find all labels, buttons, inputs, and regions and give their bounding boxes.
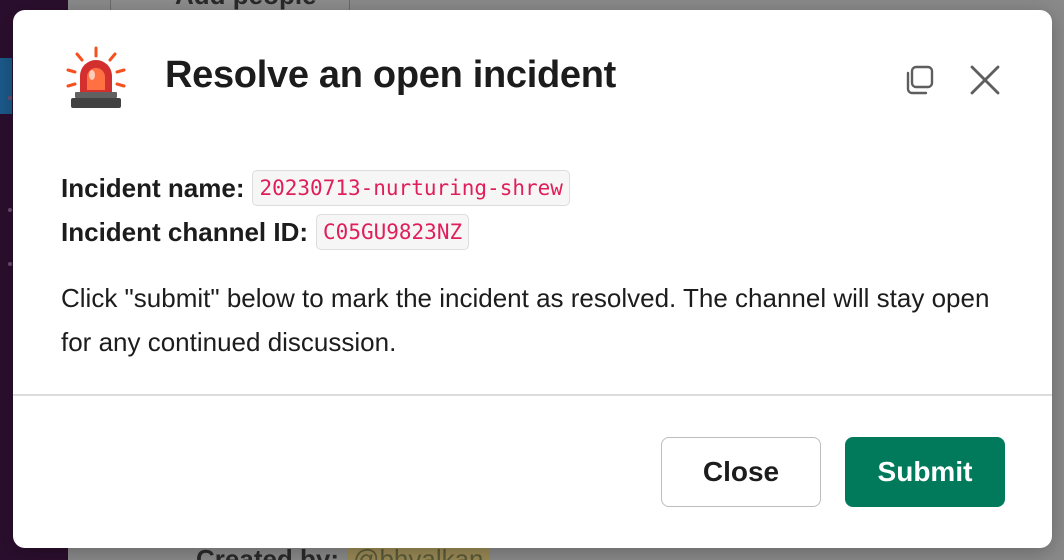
rotating-light-icon: [66, 46, 126, 108]
footer-divider: [13, 394, 1052, 396]
resolve-incident-modal: Resolve an open incident Incident name: …: [13, 10, 1052, 548]
modal-description: Click "submit" below to mark the inciden…: [61, 283, 990, 357]
modal-title: Resolve an open incident: [165, 54, 617, 96]
modal-header: Resolve an open incident: [13, 10, 1052, 140]
incident-name-label: Incident name:: [61, 173, 245, 203]
modal-body: Incident name: 20230713-nurturing-shrew …: [61, 166, 1011, 364]
sidebar-highlight: [0, 58, 12, 114]
submit-button[interactable]: Submit: [845, 437, 1005, 507]
close-icon[interactable]: [967, 62, 1003, 98]
close-button[interactable]: Close: [661, 437, 821, 507]
sidebar-dot: [8, 262, 12, 266]
incident-channel-label: Incident channel ID:: [61, 217, 309, 247]
sidebar-dot: [8, 96, 12, 100]
sidebar-dot: [8, 208, 12, 212]
incident-channel-row: Incident channel ID: C05GU9823NZ: [61, 210, 1011, 254]
incident-name-value: 20230713-nurturing-shrew: [252, 170, 570, 206]
popout-icon[interactable]: [901, 62, 937, 98]
incident-name-row: Incident name: 20230713-nurturing-shrew: [61, 166, 1011, 210]
incident-channel-value: C05GU9823NZ: [316, 214, 470, 250]
